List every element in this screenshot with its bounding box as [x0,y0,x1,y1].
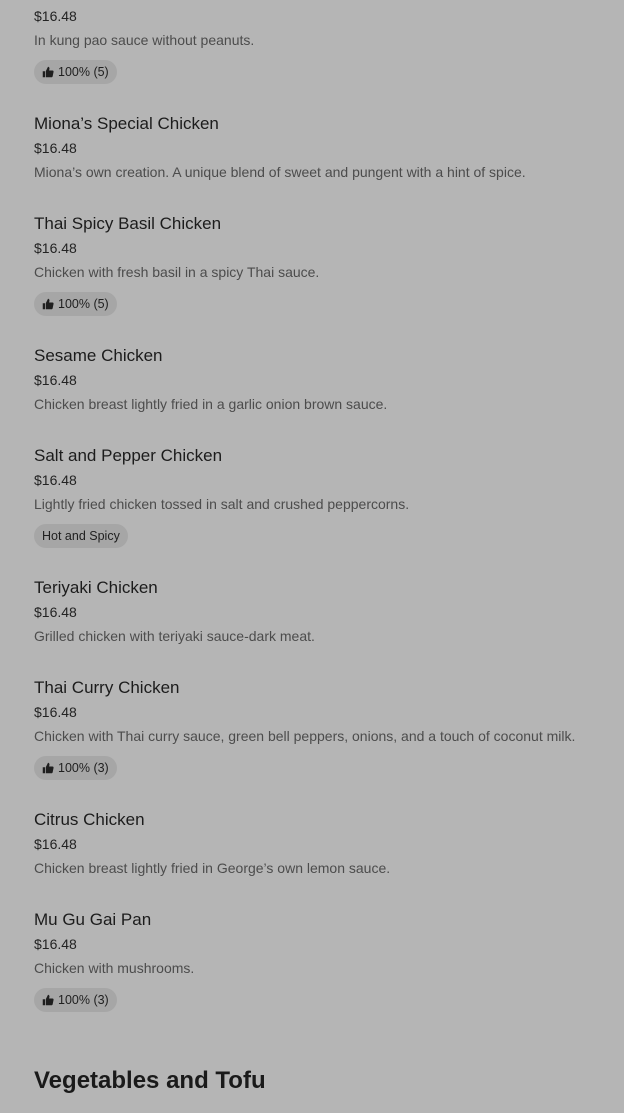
item-price: $16.48 [34,936,77,952]
menu-page: $16.48 In kung pao sauce without peanuts… [0,0,624,1113]
rating-text: 100% (3) [58,993,109,1007]
thumbs-up-icon [42,298,54,310]
item-price: $16.48 [34,372,77,388]
menu-item[interactable]: Citrus Chicken $16.48 Chicken breast lig… [34,810,604,890]
item-name: Thai Curry Chicken [34,678,180,697]
rating-badge: 100% (3) [34,988,117,1012]
item-name: Thai Spicy Basil Chicken [34,214,222,233]
rating-badge: 100% (5) [34,60,117,84]
item-price: $16.48 [34,704,77,720]
menu-item[interactable]: Thai Curry Chicken $16.48 Chicken with T… [34,678,604,788]
section-heading: Vegetables and Tofu [34,1067,266,1094]
item-name: Sesame Chicken [34,346,163,365]
item-description: In kung pao sauce without peanuts. [34,32,255,48]
item-description: Miona’s own creation. A unique blend of … [34,164,526,180]
menu-item[interactable]: Sesame Chicken $16.48 Chicken breast lig… [34,346,604,426]
rating-badge: 100% (5) [34,292,117,316]
rating-text: 100% (5) [58,297,109,311]
item-description: Chicken with fresh basil in a spicy Thai… [34,264,320,280]
menu-item[interactable]: Thai Spicy Basil Chicken $16.48 Chicken … [34,214,604,324]
item-price: $16.48 [34,604,77,620]
item-price: $16.48 [34,472,77,488]
menu-item[interactable]: Miona’s Special Chicken $16.48 Miona’s o… [34,114,604,194]
rating-text: 100% (5) [58,65,109,79]
thumbs-up-icon [42,66,54,78]
menu-item[interactable]: Mu Gu Gai Pan $16.48 Chicken with mushro… [34,910,604,1020]
thumbs-up-icon [42,762,54,774]
item-name: Citrus Chicken [34,810,145,829]
menu-item[interactable]: Salt and Pepper Chicken $16.48 Lightly f… [34,446,604,556]
tag-text: Hot and Spicy [42,529,120,543]
rating-badge: 100% (3) [34,756,117,780]
rating-text: 100% (3) [58,761,109,775]
item-name: Miona’s Special Chicken [34,114,219,133]
item-description: Grilled chicken with teriyaki sauce-dark… [34,628,315,644]
spice-tag: Hot and Spicy [34,524,128,548]
item-description: Chicken with Thai curry sauce, green bel… [34,728,576,744]
item-price: $16.48 [34,240,77,256]
menu-item[interactable]: $16.48 In kung pao sauce without peanuts… [34,0,604,84]
item-description: Chicken breast lightly fried in a garlic… [34,396,388,412]
thumbs-up-icon [42,994,54,1006]
menu-item[interactable]: Teriyaki Chicken $16.48 Grilled chicken … [34,578,604,658]
item-name: Salt and Pepper Chicken [34,446,223,465]
item-name: Mu Gu Gai Pan [34,910,152,929]
item-description: Chicken with mushrooms. [34,960,195,976]
item-price: $16.48 [34,836,77,852]
item-price: $16.48 [34,8,77,24]
item-description: Lightly fried chicken tossed in salt and… [34,496,410,512]
item-price: $16.48 [34,140,77,156]
item-name: Teriyaki Chicken [34,578,158,597]
item-description: Chicken breast lightly fried in George’s… [34,860,391,876]
